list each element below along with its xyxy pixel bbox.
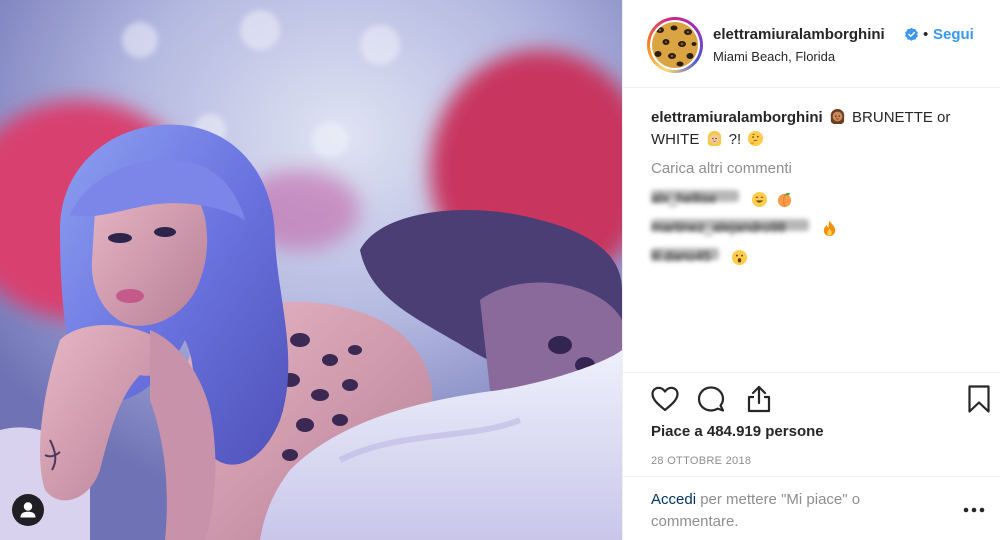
post-caption: elettramiuralamborghini BRUNETTE or WHIT… (651, 107, 981, 151)
post-header: elettramiuralamborghini • Segui Miami Be… (623, 0, 1000, 88)
comment-username[interactable]: alx_hellise (651, 190, 739, 206)
post-author-username[interactable]: elettramiuralamborghini (713, 26, 885, 43)
grinning-face-emoji-icon (751, 191, 767, 208)
avatar[interactable] (647, 17, 703, 73)
leopard-avatar-image (652, 22, 698, 68)
login-link[interactable]: Accedi (651, 491, 696, 508)
like-button[interactable] (649, 383, 681, 415)
heart-icon (651, 386, 679, 412)
caption-username[interactable]: elettramiuralamborghini (651, 109, 823, 126)
woman-brown-hair-emoji-icon (830, 108, 845, 125)
follow-separator: • (923, 26, 929, 43)
comment-username[interactable]: lil.dano45 (651, 248, 719, 264)
caption-text-1: BRUNETTE or (852, 109, 951, 126)
verified-badge-icon (905, 27, 918, 41)
tagged-users-button[interactable] (12, 494, 44, 526)
share-button[interactable] (743, 383, 775, 415)
comment-item: alx_hellise (651, 190, 795, 210)
likes-count[interactable]: Piace a 484.919 persone (651, 423, 824, 440)
comment-button[interactable] (695, 383, 727, 415)
caption-text-3: ?! (728, 131, 742, 148)
ellipsis-icon (963, 507, 985, 513)
user-icon (20, 502, 36, 518)
post-date[interactable]: 28 OTTOBRE 2018 (651, 455, 751, 467)
comment-item: lil.dano45 (651, 248, 750, 268)
follow-button[interactable]: Segui (933, 26, 974, 43)
fire-emoji-icon (823, 220, 836, 237)
post-image (0, 0, 622, 540)
comment-icon (697, 386, 725, 412)
thinking-face-emoji-icon (748, 130, 764, 147)
comment-item: martinez_alejandro98 (651, 219, 840, 239)
load-more-comments-link[interactable]: Carica altri commenti (651, 160, 792, 177)
astonished-face-emoji-icon (731, 249, 747, 266)
share-icon (747, 385, 771, 413)
bookmark-icon (968, 385, 990, 413)
post-photo[interactable] (0, 0, 622, 540)
woman-blonde-emoji-icon (707, 130, 721, 147)
login-prompt: Accedi per mettere "Mi piace" o commenta… (623, 476, 1000, 540)
post-sidebar: elettramiuralamborghini • Segui Miami Be… (622, 0, 1000, 540)
comment-username[interactable]: martinez_alejandro98 (651, 219, 809, 235)
save-button[interactable] (963, 383, 995, 415)
caption-text-2: WHITE (651, 131, 700, 148)
login-prompt-text: Accedi per mettere "Mi piace" o commenta… (651, 489, 941, 533)
peach-emoji-icon (777, 192, 791, 208)
post-location[interactable]: Miami Beach, Florida (713, 49, 835, 64)
more-options-button[interactable] (961, 503, 987, 517)
